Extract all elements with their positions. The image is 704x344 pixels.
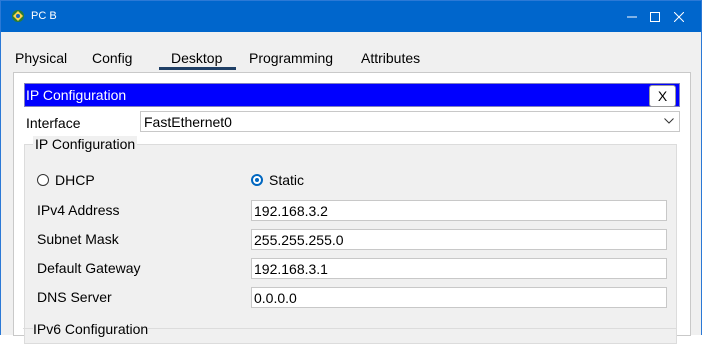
window-client: Physical Config Desktop Programming Attr… [1,32,701,344]
tab-label: Desktop [171,50,223,66]
close-icon [674,11,684,22]
ipv4-config-group: IP Configuration DHCP Static IPv4 Addres… [24,136,677,344]
radio-checked-icon [251,174,263,186]
tab-label: Attributes [361,50,421,66]
ipv4-address-input[interactable] [251,200,667,221]
interface-label: Interface [26,115,81,131]
tab-desktop[interactable]: Desktop [159,46,236,70]
tab-physical[interactable]: Physical [15,46,67,70]
dhcp-radio[interactable]: DHCP [37,172,95,188]
default-gateway-input[interactable] [251,258,667,279]
dns-server-label: DNS Server [37,289,112,305]
app-window: PC B Physical Config Desktop Programming… [0,0,702,344]
ip-config-header: IP Configuration X [24,83,680,107]
close-window-button[interactable] [656,1,702,32]
tab-config[interactable]: Config [92,46,132,70]
dns-server-input[interactable] [251,287,667,308]
tab-attributes[interactable]: Attributes [361,46,420,70]
interface-select[interactable]: FastEthernet0 [140,111,680,132]
static-label: Static [269,172,305,188]
panel-close-button[interactable]: X [649,85,676,107]
default-gateway-label: Default Gateway [37,260,141,276]
window-title: PC B [31,10,57,22]
subnet-mask-label: Subnet Mask [37,231,119,247]
tab-label: Programming [249,50,334,66]
tab-label: Config [92,50,133,66]
dhcp-label: DHCP [55,172,95,188]
tab-programming[interactable]: Programming [249,46,333,70]
subnet-mask-input[interactable] [251,229,667,250]
title-bar[interactable]: PC B [1,1,701,32]
pc-app-icon [12,10,24,22]
desktop-content: IP Configuration X Interface FastEtherne… [13,72,691,344]
static-radio[interactable]: Static [251,172,304,188]
tab-label: Physical [15,50,68,66]
interface-select-value: FastEthernet0 [144,114,232,130]
radio-unchecked-icon [37,174,49,186]
ipv4-group-title: IP Configuration [33,136,138,152]
ipv4-address-label: IPv4 Address [37,202,120,218]
panel-title: IP Configuration [26,87,127,103]
chevron-down-icon [664,118,674,124]
